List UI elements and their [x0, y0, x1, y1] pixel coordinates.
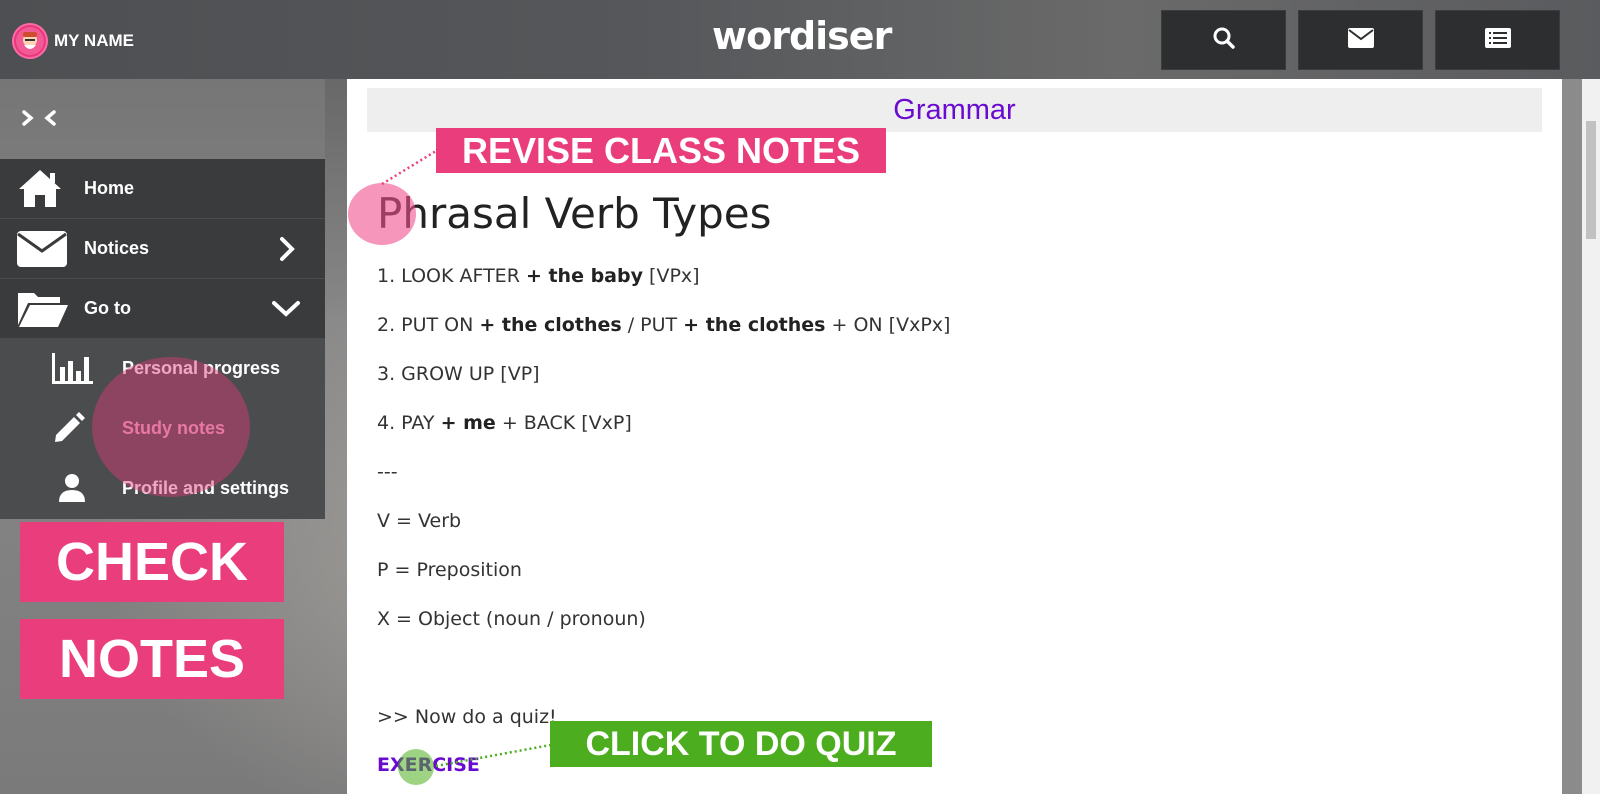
sidebar-item-notices[interactable]: Notices — [0, 219, 325, 279]
notes-panel: Grammar Phrasal Verb Types 1. LOOK AFTER… — [347, 79, 1562, 795]
pencil-icon — [52, 411, 86, 450]
note-text-run: --- — [377, 461, 398, 483]
note-text-run: 4. PAY — [377, 412, 441, 434]
quiz-callout: CLICK TO DO QUIZ — [550, 721, 932, 767]
avatar[interactable] — [12, 23, 48, 59]
note-line: X = Object (noun / pronoun) — [377, 608, 646, 630]
section-header: Grammar — [367, 88, 1542, 132]
note-line: >> Now do a quiz! — [377, 706, 557, 728]
chevron-right-icon[interactable] — [277, 236, 297, 267]
menu-list-icon — [1484, 27, 1511, 53]
bar-chart-icon — [52, 351, 94, 390]
note-text-run: + the baby — [525, 265, 643, 287]
home-icon — [16, 167, 64, 214]
sidebar-header — [0, 79, 325, 159]
sidebar-item-label: Go to — [84, 298, 131, 318]
user-icon — [58, 473, 86, 508]
note-line: --- — [377, 461, 398, 483]
user-name[interactable]: MY NAME — [54, 31, 134, 51]
messages-button[interactable] — [1298, 10, 1423, 70]
menu-button[interactable] — [1435, 10, 1560, 70]
user-menu[interactable]: MY NAME — [12, 23, 134, 59]
title-highlight — [348, 183, 416, 245]
notes-callout: NOTES — [20, 619, 284, 699]
check-callout: CHECK — [20, 522, 284, 602]
note-text-run: X = Object (noun / pronoun) — [377, 608, 646, 630]
page-title: Phrasal Verb Types — [377, 189, 772, 238]
note-text-run: 3. GROW UP [VP] — [377, 363, 540, 385]
note-text-run: + the clothes — [683, 314, 826, 336]
note-text-run: P = Preposition — [377, 559, 522, 581]
sidebar-item-home[interactable]: Home — [0, 159, 325, 219]
note-line: 4. PAY + me + BACK [VxP] — [377, 412, 632, 434]
note-line: 1. LOOK AFTER + the baby [VPx] — [377, 265, 700, 287]
sidebar-item-goto[interactable]: Go to — [0, 279, 325, 339]
note-line: P = Preposition — [377, 559, 522, 581]
note-text-run: V = Verb — [377, 510, 462, 532]
chevron-down-icon[interactable] — [271, 299, 301, 324]
quiz-pointer-line — [435, 742, 557, 768]
note-text-run: + BACK [VxP] — [495, 412, 632, 434]
note-text-run: + me — [440, 412, 496, 434]
search-icon — [1212, 26, 1236, 55]
search-button[interactable] — [1161, 10, 1286, 70]
section-title: Grammar — [893, 93, 1016, 126]
mail-icon — [1347, 27, 1374, 53]
note-text-run: [VPx] — [643, 265, 700, 287]
exercise-highlight — [398, 749, 434, 785]
scrollbar-thumb[interactable] — [1586, 121, 1596, 239]
note-line: V = Verb — [377, 510, 461, 532]
logo: wordiser — [712, 14, 892, 58]
collapse-arrows-icon[interactable] — [20, 106, 58, 135]
top-bar: MY NAME wordiser — [0, 0, 1600, 79]
note-line: 3. GROW UP [VP] — [377, 363, 540, 385]
revise-pointer-line — [381, 149, 437, 186]
study-notes-highlight — [92, 357, 250, 497]
sidebar-item-label: Home — [84, 178, 135, 198]
sidebar-item-label: Notices — [84, 238, 150, 258]
note-text-run: + the clothes — [479, 314, 622, 336]
note-text-run: >> Now do a quiz! — [377, 706, 557, 728]
note-text-run: / PUT — [621, 314, 684, 336]
note-text-run: + ON [VxPx] — [825, 314, 951, 336]
revise-callout: REVISE CLASS NOTES — [436, 128, 886, 173]
folder-open-icon — [16, 287, 70, 334]
scrollbar[interactable] — [1582, 79, 1600, 794]
mail-icon — [16, 227, 68, 274]
note-text-run: 2. PUT ON — [377, 314, 480, 336]
bottom-edge — [0, 794, 1600, 801]
note-line: 2. PUT ON + the clothes / PUT + the clot… — [377, 314, 950, 336]
sidebar: Home Notices Go to Personal progress Stu… — [0, 79, 325, 801]
note-text-run: 1. LOOK AFTER — [377, 265, 526, 287]
